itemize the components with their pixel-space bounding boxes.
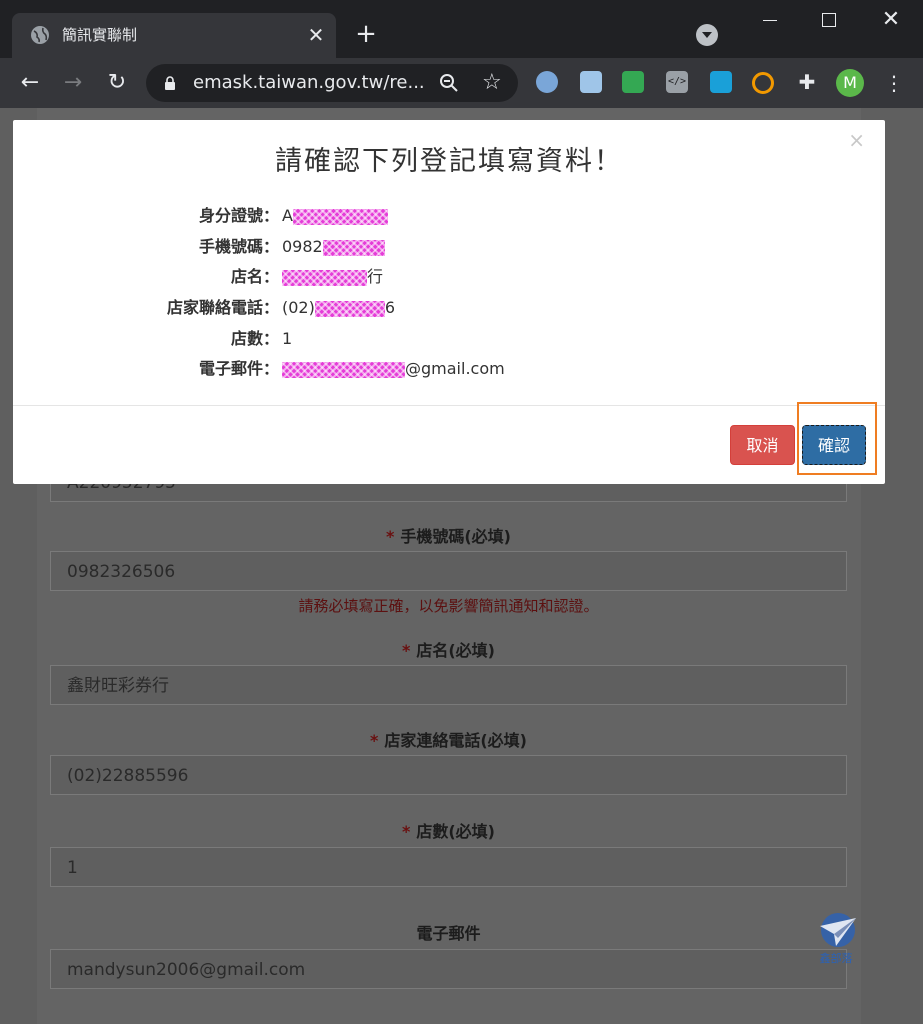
store-count-row-value: 1 xyxy=(282,329,293,348)
id-number-value: A xyxy=(282,201,388,231)
extension-mail-icon[interactable] xyxy=(622,71,644,93)
new-tab-button[interactable]: + xyxy=(352,20,380,48)
email-row-label: 電子郵件： xyxy=(198,359,279,378)
redaction-mark xyxy=(322,239,385,256)
reload-icon[interactable]: ↻ xyxy=(102,68,132,98)
store-name-row: 店名： 行 xyxy=(13,262,885,292)
email-label: 電子郵件 xyxy=(416,924,481,943)
minimize-button[interactable] xyxy=(755,6,785,34)
profile-avatar[interactable]: M xyxy=(836,69,864,97)
tab-search-icon[interactable] xyxy=(696,24,718,46)
store-name-field[interactable]: 鑫財旺彩券行 xyxy=(50,665,847,705)
store-phone-row-value: (02) 6 xyxy=(282,298,396,317)
browser-tab[interactable]: 簡訊實聯制 ✕ xyxy=(12,13,336,58)
maximize-button[interactable] xyxy=(814,6,844,34)
confirm-highlight-box xyxy=(797,402,877,475)
extension-notes-icon[interactable] xyxy=(580,71,602,93)
dialog-title: 請確認下列登記填寫資料！ xyxy=(275,146,623,177)
zoom-out-icon[interactable] xyxy=(439,73,459,93)
store-phone-row-label: 店家聯絡電話： xyxy=(166,298,279,317)
phone-row-value: 0982 xyxy=(282,232,385,262)
store-phone-field[interactable]: (02)22885596 xyxy=(50,755,847,795)
store-phone-label: * 店家連絡電話(必填) xyxy=(369,731,527,750)
extension-power-icon[interactable] xyxy=(752,72,774,94)
svg-text:鑫部落: 鑫部落 xyxy=(820,951,853,965)
address-bar[interactable]: emask.taiwan.gov.tw/re... ☆ xyxy=(146,64,518,102)
bookmark-star-icon[interactable]: ☆ xyxy=(482,71,502,95)
store-name-row-value: 行 xyxy=(282,262,383,292)
email-row: 電子郵件： @gmail.com xyxy=(13,354,885,384)
store-phone-row: 店家聯絡電話： (02) 6 xyxy=(13,293,885,323)
browser-toolbar: ← → ↻ emask.taiwan.gov.tw/re... ☆ </> ✚ … xyxy=(0,58,923,108)
redaction-mark xyxy=(282,269,367,286)
dialog-divider xyxy=(13,405,885,406)
globe-icon xyxy=(31,26,49,44)
email-row-value: @gmail.com xyxy=(282,354,505,384)
browser-menu-icon[interactable]: ⋮ xyxy=(884,71,904,95)
id-number-label: 身分證號： xyxy=(198,206,279,225)
phone-row: 手機號碼： 0982 xyxy=(13,232,885,262)
redaction-mark xyxy=(314,300,385,317)
redaction-mark xyxy=(282,361,405,378)
tab-close-icon[interactable]: ✕ xyxy=(304,23,328,47)
store-count-field[interactable]: 1 xyxy=(50,847,847,887)
store-count-row: 店數： 1 xyxy=(13,324,885,354)
url-text[interactable]: emask.taiwan.gov.tw/re... xyxy=(193,72,425,94)
extension-face-icon[interactable] xyxy=(536,71,558,93)
email-field[interactable]: mandysun2006@gmail.com xyxy=(50,949,847,989)
store-count-label: * 店數(必填) xyxy=(401,822,495,841)
cancel-button[interactable]: 取消 xyxy=(730,425,795,465)
id-number-row: 身分證號： A xyxy=(13,201,885,231)
phone-row-label: 手機號碼： xyxy=(198,237,279,256)
store-name-row-label: 店名： xyxy=(230,267,279,286)
phone-field[interactable]: 0982326506 xyxy=(50,551,847,591)
store-name-label: * 店名(必填) xyxy=(401,641,495,660)
confirm-dialog: × 請確認下列登記填寫資料！ 身分證號： A 手機號碼： 0982 店名： 行 … xyxy=(13,120,885,484)
store-count-row-label: 店數： xyxy=(230,329,279,348)
phone-label: * 手機號碼(必填) xyxy=(385,527,511,546)
forward-arrow-icon[interactable]: → xyxy=(58,68,88,98)
watermark-logo: 鑫部落 xyxy=(820,913,856,965)
redaction-mark xyxy=(292,208,388,225)
extension-code-icon[interactable]: </> xyxy=(666,71,688,93)
extensions-puzzle-icon[interactable]: ✚ xyxy=(796,71,818,93)
tab-title: 簡訊實聯制 xyxy=(62,26,138,44)
window-close-button[interactable]: ✕ xyxy=(876,6,906,34)
extension-share-icon[interactable] xyxy=(710,71,732,93)
lock-icon[interactable] xyxy=(165,76,175,90)
browser-tab-bar: 簡訊實聯制 ✕ + ✕ xyxy=(0,0,923,58)
phone-warning: 請務必填寫正確，以免影響簡訊通知和認證。 xyxy=(298,597,599,615)
back-arrow-icon[interactable]: ← xyxy=(15,68,45,98)
